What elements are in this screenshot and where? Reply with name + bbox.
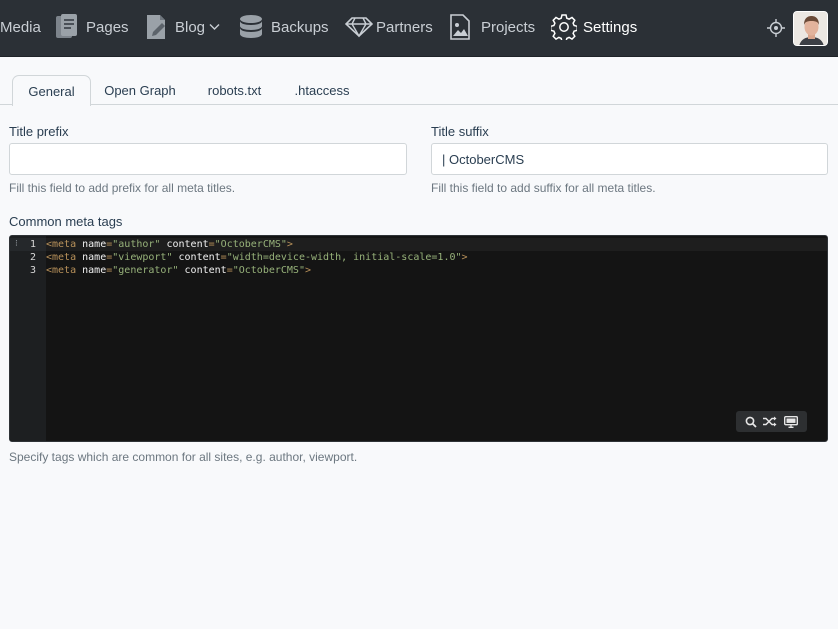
line-number: 1 [29, 239, 36, 250]
top-navigation: Media Pages Blog Backups Partners Projec… [0, 0, 838, 57]
nav-item-label: Backups [271, 18, 329, 36]
nav-item-label: Blog [175, 18, 206, 36]
title-suffix-input[interactable] [431, 143, 828, 175]
editor-toolbar [736, 411, 807, 432]
title-prefix-input[interactable] [9, 143, 407, 175]
tab-robots-txt[interactable]: robots.txt [192, 75, 277, 105]
nav-item-partners[interactable]: Partners [345, 0, 433, 54]
line-number: 3 [29, 265, 36, 276]
nav-item-label: Settings [583, 18, 638, 36]
tab-general[interactable]: General [12, 75, 91, 106]
code-line: <meta name="generator" content="OctoberC… [46, 265, 311, 276]
code-editor[interactable]: ⁝ 1 2 3 <meta name="author" content="Oct… [9, 235, 828, 442]
meta-tags-help: Specify tags which are common for all si… [9, 450, 358, 464]
fold-indicator-icon[interactable]: ⁝ [15, 238, 18, 251]
nav-item-label: Media [0, 18, 41, 36]
nav-item-media[interactable]: Media [0, 0, 41, 54]
meta-tags-label: Common meta tags [9, 214, 123, 229]
gear-icon [551, 14, 577, 40]
title-prefix-help: Fill this field to add prefix for all me… [9, 181, 236, 195]
nav-item-pages[interactable]: Pages [55, 0, 129, 54]
database-icon [239, 14, 263, 40]
line-number: 2 [29, 252, 36, 263]
title-suffix-help: Fill this field to add suffix for all me… [431, 181, 656, 195]
search-icon[interactable] [745, 416, 757, 428]
code-area[interactable]: <meta name="author" content="OctoberCMS"… [46, 236, 827, 441]
tab-open-graph[interactable]: Open Graph [94, 75, 186, 105]
chevron-down-icon [209, 23, 220, 31]
nav-item-settings[interactable]: Settings [551, 0, 637, 54]
pages-icon [55, 14, 79, 40]
crosshair-icon[interactable] [767, 19, 785, 37]
settings-tabs: General Open Graph robots.txt .htaccess [0, 58, 838, 106]
code-line: <meta name="viewport" content="width=dev… [46, 252, 468, 263]
nav-item-blog[interactable]: Blog [145, 0, 220, 54]
avatar[interactable] [793, 11, 828, 46]
nav-item-label: Pages [86, 18, 129, 36]
image-icon [449, 14, 471, 40]
diamond-icon [345, 16, 373, 38]
nav-item-backups[interactable]: Backups [239, 0, 329, 54]
editor-gutter: ⁝ 1 2 3 [10, 236, 46, 441]
nav-item-projects[interactable]: Projects [449, 0, 535, 54]
shuffle-icon[interactable] [763, 416, 777, 427]
nav-item-label: Partners [376, 18, 433, 36]
title-suffix-label: Title suffix [431, 124, 489, 139]
fullscreen-monitor-icon[interactable] [783, 415, 798, 428]
nav-item-label: Projects [481, 18, 536, 36]
title-prefix-label: Title prefix [9, 124, 69, 139]
tab-htaccess[interactable]: .htaccess [281, 75, 363, 105]
code-line: <meta name="author" content="OctoberCMS"… [46, 239, 293, 250]
blog-icon [145, 14, 169, 40]
